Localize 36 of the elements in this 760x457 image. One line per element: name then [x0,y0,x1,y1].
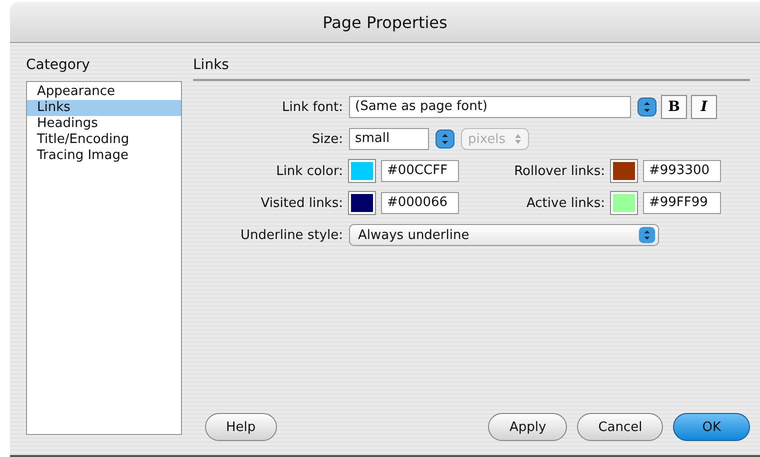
dialog-button[interactable]: Help [205,413,277,441]
stepper-icon [638,226,656,244]
color-field[interactable]: #993300 [643,160,721,182]
dialog-button[interactable]: Apply [488,413,568,441]
window-title: Page Properties [322,12,448,32]
field-label: Link font: [280,100,343,114]
stepper-icon[interactable] [435,129,455,149]
category-item[interactable]: Tracing Image [27,148,181,164]
bold-button[interactable]: B [661,95,687,119]
size-field[interactable]: small [349,128,429,150]
field-label: Active links: [526,196,605,210]
field-label: Link color: [275,164,343,178]
underline-dropdown[interactable]: Always underline [349,224,659,246]
category-label: Category [26,57,91,73]
dialog-button[interactable]: Cancel [577,413,664,441]
category-item[interactable]: Headings [27,116,181,132]
field-label: Size: [310,132,343,146]
color-field[interactable]: #000066 [381,192,459,214]
stepper-icon [514,133,522,145]
category-item[interactable]: Links [27,100,181,116]
link-font-field[interactable]: (Same as page font) [349,96,631,118]
category-item[interactable]: Title/Encoding [27,132,181,148]
field-label: Rollover links: [513,164,605,178]
color-field[interactable]: #99FF99 [643,192,721,214]
italic-button[interactable]: I [691,95,717,119]
category-item[interactable]: Appearance [27,84,181,100]
field-label: Underline style: [240,228,343,242]
section-title: Links [193,57,229,73]
color-field[interactable]: #00CCFF [381,160,459,182]
color-swatch[interactable] [611,160,637,182]
color-swatch[interactable] [611,192,637,214]
field-label: Visited links: [260,196,343,210]
stepper-icon[interactable] [637,97,657,117]
color-swatch[interactable] [349,160,375,182]
color-swatch[interactable] [349,192,375,214]
dialog-button[interactable]: OK [673,413,750,441]
